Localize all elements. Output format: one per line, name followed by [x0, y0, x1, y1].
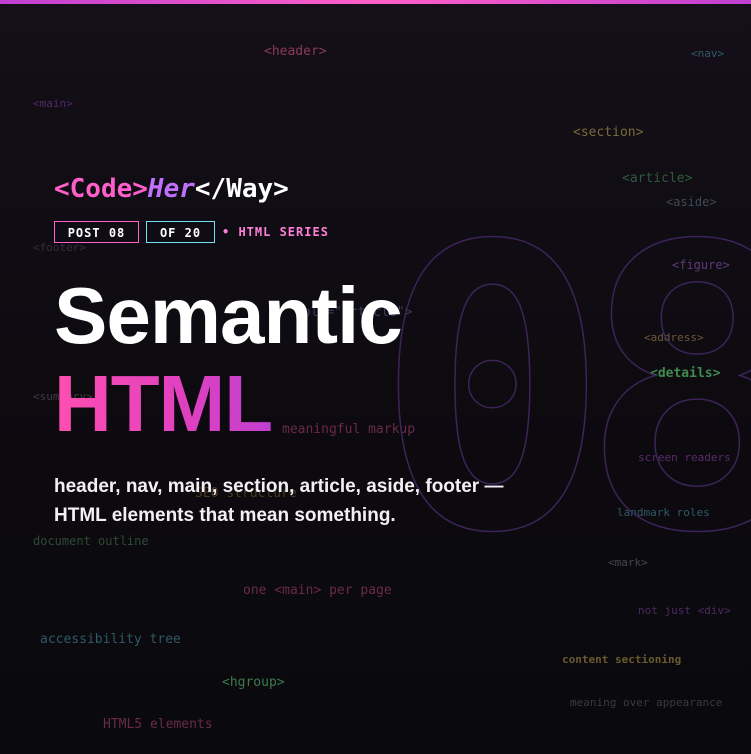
page-title-line-2: HTML	[54, 359, 273, 448]
bg-tag-main: <main>	[33, 97, 73, 110]
bg-tag-hgroup: <hgroup>	[222, 675, 285, 690]
logo-her: Her	[147, 174, 195, 204]
logo-code: <Code>	[54, 174, 148, 204]
subtitle: header, nav, main, section, article, asi…	[54, 476, 504, 526]
bg-tag-meaning-over-appearance: meaning over appearance	[570, 696, 723, 709]
bg-tag-one-main-per-page: one <main> per page	[243, 583, 392, 598]
bg-tag-html5-elements: HTML5 elements	[103, 717, 213, 732]
series-label: • HTML SERIES	[222, 225, 329, 239]
bg-tag-content-sectioning: content sectioning	[562, 653, 682, 666]
brand-logo: <Code>Her</Way>	[54, 174, 289, 204]
bg-tag-nav: <nav>	[691, 47, 725, 60]
bg-tag-header: <header>	[264, 44, 327, 59]
post-number-badge: POST 08	[54, 221, 139, 243]
bg-tag-accessibility-tree: accessibility tree	[40, 632, 181, 647]
bg-tag-section: <section>	[573, 125, 644, 140]
logo-way: </Way>	[194, 174, 289, 204]
series-total-badge: OF 20	[146, 221, 215, 243]
bg-tag-document-outline: document outline	[33, 534, 149, 548]
page-title-line-1: Semantic	[54, 271, 403, 360]
top-accent-bar	[0, 0, 751, 4]
